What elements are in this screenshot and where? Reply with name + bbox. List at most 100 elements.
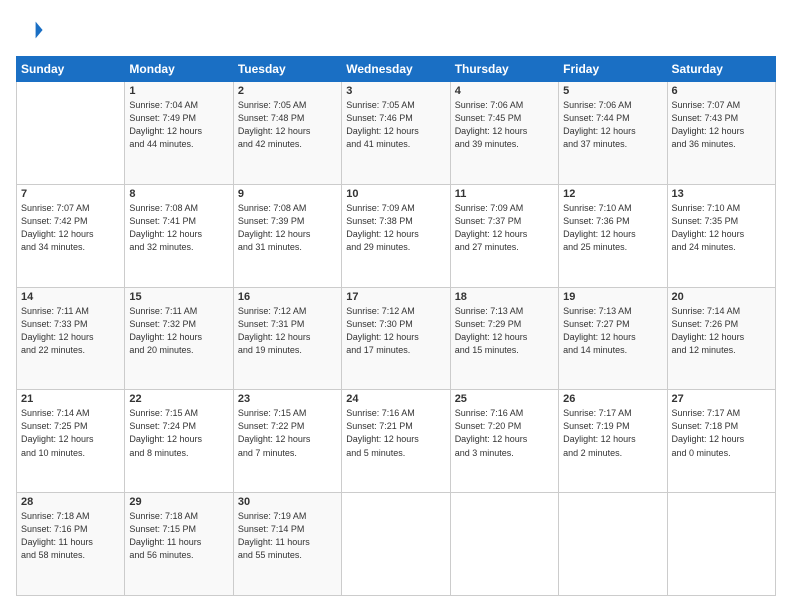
day-number: 17 bbox=[346, 291, 445, 303]
day-number: 19 bbox=[563, 291, 662, 303]
cell-info: Sunrise: 7:09 AMSunset: 7:37 PMDaylight:… bbox=[455, 202, 554, 254]
calendar-week-4: 28 Sunrise: 7:18 AMSunset: 7:16 PMDayligh… bbox=[17, 493, 776, 596]
calendar-cell bbox=[667, 493, 775, 596]
day-number: 14 bbox=[21, 291, 120, 303]
cell-info: Sunrise: 7:10 AMSunset: 7:36 PMDaylight:… bbox=[563, 202, 662, 254]
cell-info: Sunrise: 7:16 AMSunset: 7:20 PMDaylight:… bbox=[455, 407, 554, 459]
logo bbox=[16, 16, 48, 44]
day-number: 18 bbox=[455, 291, 554, 303]
calendar-cell: 12Sunrise: 7:10 AMSunset: 7:36 PMDayligh… bbox=[559, 184, 667, 287]
calendar-col-sunday: Sunday bbox=[17, 57, 125, 82]
calendar-cell: 23Sunrise: 7:15 AMSunset: 7:22 PMDayligh… bbox=[233, 390, 341, 493]
calendar-cell: 11Sunrise: 7:09 AMSunset: 7:37 PMDayligh… bbox=[450, 184, 558, 287]
day-number: 4 bbox=[455, 85, 554, 97]
cell-info: Sunrise: 7:14 AMSunset: 7:26 PMDaylight:… bbox=[672, 305, 771, 357]
calendar-week-3: 21 Sunrise: 7:14 AMSunset: 7:25 PMDayligh… bbox=[17, 390, 776, 493]
calendar-cell: 16 Sunrise: 7:12 AMSunset: 7:31 PMDayligh… bbox=[233, 287, 341, 390]
calendar-cell bbox=[450, 493, 558, 596]
calendar-cell: 7Sunrise: 7:07 AMSunset: 7:42 PMDaylight… bbox=[17, 184, 125, 287]
calendar-cell: 1 Sunrise: 7:04 AMSunset: 7:49 PMDaylight… bbox=[125, 82, 233, 185]
day-number: 29 bbox=[129, 496, 228, 508]
day-number: 1 bbox=[129, 85, 228, 97]
cell-info: Sunrise: 7:05 AMSunset: 7:46 PMDaylight:… bbox=[346, 99, 445, 151]
day-number: 15 bbox=[129, 291, 228, 303]
calendar-cell: 3 Sunrise: 7:05 AMSunset: 7:46 PMDaylight… bbox=[342, 82, 450, 185]
calendar-cell: 10 Sunrise: 7:09 AMSunset: 7:38 PMDayligh… bbox=[342, 184, 450, 287]
calendar-cell: 17 Sunrise: 7:12 AMSunset: 7:30 PMDayligh… bbox=[342, 287, 450, 390]
calendar-cell: 18 Sunrise: 7:13 AMSunset: 7:29 PMDayligh… bbox=[450, 287, 558, 390]
calendar-cell: 8 Sunrise: 7:08 AMSunset: 7:41 PMDaylight… bbox=[125, 184, 233, 287]
cell-info: Sunrise: 7:07 AMSunset: 7:43 PMDaylight:… bbox=[672, 99, 771, 151]
cell-info: Sunrise: 7:06 AMSunset: 7:45 PMDaylight:… bbox=[455, 99, 554, 151]
day-number: 16 bbox=[238, 291, 337, 303]
cell-info: Sunrise: 7:08 AMSunset: 7:39 PMDaylight:… bbox=[238, 202, 337, 254]
cell-info: Sunrise: 7:18 AMSunset: 7:15 PMDaylight:… bbox=[129, 510, 228, 562]
day-number: 10 bbox=[346, 188, 445, 200]
cell-info: Sunrise: 7:05 AMSunset: 7:48 PMDaylight:… bbox=[238, 99, 337, 151]
day-number: 6 bbox=[672, 85, 771, 97]
calendar-col-saturday: Saturday bbox=[667, 57, 775, 82]
day-number: 9 bbox=[238, 188, 337, 200]
calendar-cell: 27 Sunrise: 7:17 AMSunset: 7:18 PMDayligh… bbox=[667, 390, 775, 493]
cell-info: Sunrise: 7:17 AMSunset: 7:18 PMDaylight:… bbox=[672, 407, 771, 459]
cell-info: Sunrise: 7:16 AMSunset: 7:21 PMDaylight:… bbox=[346, 407, 445, 459]
cell-info: Sunrise: 7:11 AMSunset: 7:33 PMDaylight:… bbox=[21, 305, 120, 357]
day-number: 26 bbox=[563, 393, 662, 405]
cell-info: Sunrise: 7:10 AMSunset: 7:35 PMDaylight:… bbox=[672, 202, 771, 254]
cell-info: Sunrise: 7:18 AMSunset: 7:16 PMDaylight:… bbox=[21, 510, 120, 562]
cell-info: Sunrise: 7:12 AMSunset: 7:31 PMDaylight:… bbox=[238, 305, 337, 357]
cell-info: Sunrise: 7:13 AMSunset: 7:27 PMDaylight:… bbox=[563, 305, 662, 357]
calendar-col-wednesday: Wednesday bbox=[342, 57, 450, 82]
calendar-cell: 21 Sunrise: 7:14 AMSunset: 7:25 PMDayligh… bbox=[17, 390, 125, 493]
cell-info: Sunrise: 7:04 AMSunset: 7:49 PMDaylight:… bbox=[129, 99, 228, 151]
cell-info: Sunrise: 7:12 AMSunset: 7:30 PMDaylight:… bbox=[346, 305, 445, 357]
cell-info: Sunrise: 7:15 AMSunset: 7:24 PMDaylight:… bbox=[129, 407, 228, 459]
calendar-col-thursday: Thursday bbox=[450, 57, 558, 82]
day-number: 8 bbox=[129, 188, 228, 200]
calendar-table: SundayMondayTuesdayWednesdayThursdayFrid… bbox=[16, 56, 776, 596]
calendar-cell: 5Sunrise: 7:06 AMSunset: 7:44 PMDaylight… bbox=[559, 82, 667, 185]
calendar-week-1: 7Sunrise: 7:07 AMSunset: 7:42 PMDaylight… bbox=[17, 184, 776, 287]
day-number: 22 bbox=[129, 393, 228, 405]
cell-info: Sunrise: 7:09 AMSunset: 7:38 PMDaylight:… bbox=[346, 202, 445, 254]
calendar-cell: 20 Sunrise: 7:14 AMSunset: 7:26 PMDayligh… bbox=[667, 287, 775, 390]
day-number: 28 bbox=[21, 496, 120, 508]
calendar-cell bbox=[559, 493, 667, 596]
calendar-col-friday: Friday bbox=[559, 57, 667, 82]
calendar-week-0: 1 Sunrise: 7:04 AMSunset: 7:49 PMDaylight… bbox=[17, 82, 776, 185]
day-number: 20 bbox=[672, 291, 771, 303]
cell-info: Sunrise: 7:07 AMSunset: 7:42 PMDaylight:… bbox=[21, 202, 120, 254]
day-number: 2 bbox=[238, 85, 337, 97]
cell-info: Sunrise: 7:11 AMSunset: 7:32 PMDaylight:… bbox=[129, 305, 228, 357]
calendar-header-row: SundayMondayTuesdayWednesdayThursdayFrid… bbox=[17, 57, 776, 82]
header bbox=[16, 16, 776, 44]
calendar-cell: 15 Sunrise: 7:11 AMSunset: 7:32 PMDayligh… bbox=[125, 287, 233, 390]
page: SundayMondayTuesdayWednesdayThursdayFrid… bbox=[0, 0, 792, 612]
calendar-cell: 2 Sunrise: 7:05 AMSunset: 7:48 PMDaylight… bbox=[233, 82, 341, 185]
day-number: 25 bbox=[455, 393, 554, 405]
calendar-cell: 28 Sunrise: 7:18 AMSunset: 7:16 PMDayligh… bbox=[17, 493, 125, 596]
cell-info: Sunrise: 7:08 AMSunset: 7:41 PMDaylight:… bbox=[129, 202, 228, 254]
calendar-cell bbox=[342, 493, 450, 596]
cell-info: Sunrise: 7:14 AMSunset: 7:25 PMDaylight:… bbox=[21, 407, 120, 459]
day-number: 24 bbox=[346, 393, 445, 405]
calendar-cell: 24 Sunrise: 7:16 AMSunset: 7:21 PMDayligh… bbox=[342, 390, 450, 493]
calendar-cell: 13 Sunrise: 7:10 AMSunset: 7:35 PMDayligh… bbox=[667, 184, 775, 287]
calendar-col-tuesday: Tuesday bbox=[233, 57, 341, 82]
calendar-col-monday: Monday bbox=[125, 57, 233, 82]
day-number: 21 bbox=[21, 393, 120, 405]
day-number: 13 bbox=[672, 188, 771, 200]
calendar-cell: 19 Sunrise: 7:13 AMSunset: 7:27 PMDayligh… bbox=[559, 287, 667, 390]
cell-info: Sunrise: 7:15 AMSunset: 7:22 PMDaylight:… bbox=[238, 407, 337, 459]
calendar-cell: 6 Sunrise: 7:07 AMSunset: 7:43 PMDaylight… bbox=[667, 82, 775, 185]
cell-info: Sunrise: 7:06 AMSunset: 7:44 PMDaylight:… bbox=[563, 99, 662, 151]
cell-info: Sunrise: 7:13 AMSunset: 7:29 PMDaylight:… bbox=[455, 305, 554, 357]
calendar-cell: 25 Sunrise: 7:16 AMSunset: 7:20 PMDayligh… bbox=[450, 390, 558, 493]
day-number: 30 bbox=[238, 496, 337, 508]
calendar-cell: 29 Sunrise: 7:18 AMSunset: 7:15 PMDayligh… bbox=[125, 493, 233, 596]
day-number: 3 bbox=[346, 85, 445, 97]
calendar-cell: 22 Sunrise: 7:15 AMSunset: 7:24 PMDayligh… bbox=[125, 390, 233, 493]
logo-icon bbox=[16, 16, 44, 44]
day-number: 27 bbox=[672, 393, 771, 405]
calendar-cell: 14 Sunrise: 7:11 AMSunset: 7:33 PMDayligh… bbox=[17, 287, 125, 390]
